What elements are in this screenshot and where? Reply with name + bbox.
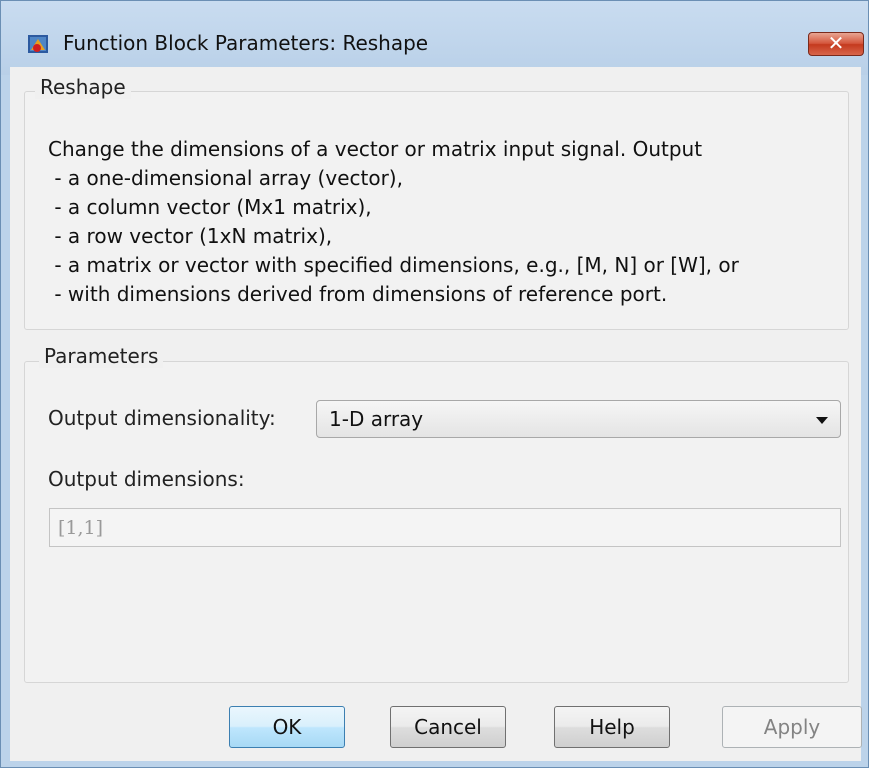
help-button[interactable]: Help: [554, 706, 670, 748]
output-dimensionality-label: Output dimensionality:: [48, 406, 276, 430]
description-group: Reshape Change the dimensions of a vecto…: [24, 75, 849, 330]
ok-button[interactable]: OK: [229, 706, 345, 748]
dialog-window: Function Block Parameters: Reshape ✕ Res…: [0, 0, 869, 768]
output-dimensions-label: Output dimensions:: [48, 467, 245, 491]
simulink-block-icon: [28, 35, 48, 53]
parameters-group-title: Parameters: [39, 344, 164, 368]
output-dimensionality-select[interactable]: 1-D array: [316, 400, 841, 438]
output-dimensions-field-container: [49, 508, 841, 547]
cancel-button[interactable]: Cancel: [390, 706, 506, 748]
title-bar[interactable]: Function Block Parameters: Reshape ✕: [1, 1, 868, 75]
close-icon: ✕: [827, 31, 845, 55]
description-group-title: Reshape: [35, 75, 131, 99]
block-description: Change the dimensions of a vector or mat…: [48, 137, 739, 306]
dialog-client-area: Reshape Change the dimensions of a vecto…: [10, 67, 862, 761]
dropdown-arrow-icon: [816, 417, 828, 424]
apply-button[interactable]: Apply: [722, 706, 862, 748]
close-button[interactable]: ✕: [808, 31, 864, 56]
output-dimensions-field[interactable]: [50, 509, 840, 546]
window-title: Function Block Parameters: Reshape: [63, 31, 429, 55]
output-dimensionality-value: 1-D array: [329, 407, 424, 431]
